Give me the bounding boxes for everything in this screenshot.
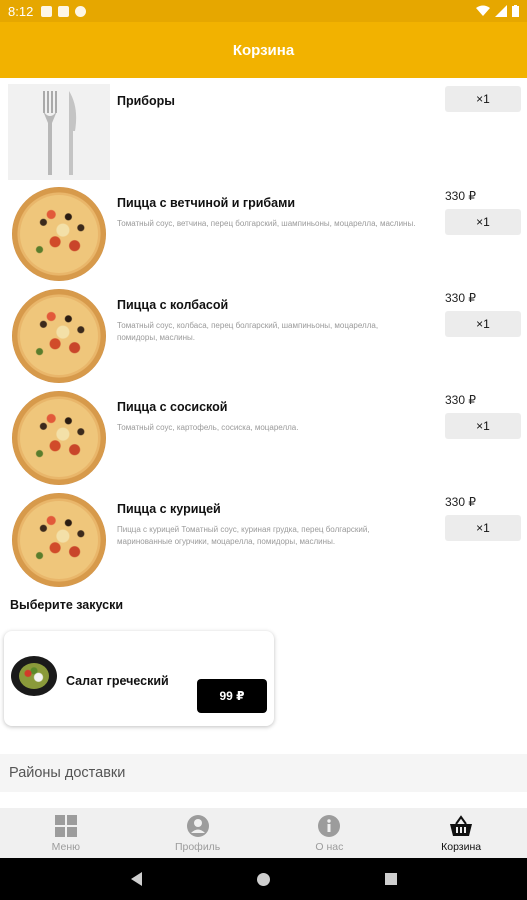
cart-content: Приборы ×1 Пицца с ветчиной и грибами То… (0, 78, 527, 808)
page-title: Корзина (232, 41, 295, 59)
battery-icon (512, 5, 519, 17)
item-price: 330 ₽ (445, 393, 476, 407)
item-name: Приборы (117, 94, 175, 108)
tab-label: Профиль (174, 840, 221, 853)
sync-icon (75, 5, 87, 17)
notification-icon (41, 5, 53, 17)
snack-card[interactable]: Салат греческий 99 ₽ (4, 631, 274, 726)
cart-item: Пицца с курицей Пицца с курицей Томатный… (0, 486, 527, 588)
salad-image (11, 656, 57, 696)
delivery-districts-content (0, 792, 527, 808)
delivery-districts-title: Районы доставки (9, 765, 126, 781)
recents-icon[interactable] (384, 873, 397, 885)
notification-icons (41, 5, 87, 17)
status-time: 8:12 (8, 3, 34, 19)
tab-label: О нас (315, 840, 344, 853)
quantity-button[interactable]: ×1 (445, 86, 521, 112)
app-bar: Корзина (0, 22, 527, 78)
quantity-button[interactable]: ×1 (445, 413, 521, 439)
home-icon[interactable] (256, 872, 270, 886)
add-snack-price-button[interactable]: 99 ₽ (197, 679, 267, 713)
quantity-button[interactable]: ×1 (445, 515, 521, 541)
pizza-image (8, 186, 110, 282)
signal-icon (495, 5, 507, 17)
info-icon (317, 814, 341, 838)
tab-cart[interactable]: Корзина (395, 808, 527, 858)
item-description: Томатный соус, картофель, сосиска, моцар… (117, 423, 299, 432)
grid-icon (54, 814, 78, 838)
quantity-button[interactable]: ×1 (445, 209, 521, 235)
delivery-districts-header[interactable]: Районы доставки (0, 754, 527, 792)
item-name: Пицца с колбасой (117, 298, 229, 312)
sd-card-icon (58, 5, 70, 17)
pizza-image (8, 390, 110, 486)
system-navigation-bar (0, 858, 527, 900)
snacks-section-title: Выберите закуски (10, 598, 124, 612)
wifi-icon (476, 5, 490, 16)
app-screen: 8:12 Корзина Приборы ×1 Пицца с ветчиной… (0, 0, 527, 900)
tab-label: Корзина (441, 840, 482, 853)
item-price: 330 ₽ (445, 495, 476, 509)
item-description: Томатный соус, ветчина, перец болгарский… (117, 219, 416, 228)
item-name: Пицца с курицей (117, 502, 221, 516)
cart-item: Приборы ×1 (0, 78, 527, 180)
cart-item: Пицца с ветчиной и грибами Томатный соус… (0, 180, 527, 282)
cutlery-icon (43, 91, 77, 175)
pizza-image (8, 492, 110, 588)
tab-label: Меню (51, 840, 81, 853)
quantity-button[interactable]: ×1 (445, 311, 521, 337)
tab-menu[interactable]: Меню (0, 808, 132, 858)
back-icon[interactable] (130, 872, 142, 886)
item-name: Пицца с сосиской (117, 400, 228, 414)
cutlery-image (8, 84, 110, 180)
status-bar: 8:12 (0, 0, 527, 22)
snack-name: Салат греческий (66, 674, 169, 688)
cart-item: Пицца с колбасой Томатный соус, колбаса,… (0, 282, 527, 384)
tab-profile[interactable]: Профиль (132, 808, 264, 858)
item-description: Пицца с курицей Томатный соус, куриная г… (117, 525, 370, 546)
cart-item: Пицца с сосиской Томатный соус, картофел… (0, 384, 527, 486)
item-description: Томатный соус, колбаса, перец болгарский… (117, 321, 379, 342)
item-price: 330 ₽ (445, 189, 476, 203)
system-status-icons (476, 5, 519, 17)
basket-icon (449, 814, 473, 838)
item-price: 330 ₽ (445, 291, 476, 305)
bottom-navigation: Меню Профиль О нас Корзина (0, 808, 527, 858)
profile-icon (186, 814, 210, 838)
pizza-image (8, 288, 110, 384)
item-name: Пицца с ветчиной и грибами (117, 196, 296, 210)
tab-about[interactable]: О нас (264, 808, 396, 858)
